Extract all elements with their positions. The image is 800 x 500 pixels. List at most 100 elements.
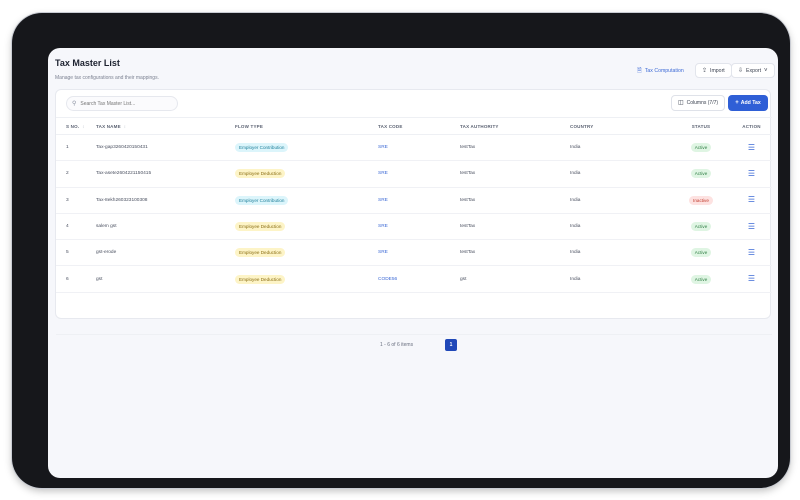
- cell-sno: 6: [66, 276, 69, 282]
- export-button[interactable]: ⇩ Export ˅: [731, 63, 775, 78]
- cell-tax-code: SRE: [378, 213, 460, 239]
- cell-tax-authority: testTax: [460, 171, 476, 177]
- status-badge: Inactive: [689, 195, 713, 205]
- cell-tax-name: gst: [96, 276, 103, 282]
- cell-tax-code: SRE: [378, 187, 460, 213]
- cell-country: India: [570, 171, 581, 177]
- upload-icon: ⇪: [702, 67, 708, 74]
- tax-code-link[interactable]: SRE: [378, 224, 388, 229]
- cell-tax-authority: gst: [460, 276, 467, 282]
- search-icon: ⚲: [72, 100, 77, 107]
- header-flow-type-label: FLOW TYPE: [235, 123, 264, 129]
- import-label: Import: [710, 67, 725, 74]
- cell-country: India: [570, 197, 581, 203]
- cell-tax-name: gst-erode: [96, 250, 117, 256]
- table-row[interactable]: 2 Tax-asete2604221150415 Employee Deduct…: [56, 161, 772, 188]
- cell-tax-authority: testTax: [460, 250, 476, 256]
- sort-icon: ↕: [123, 123, 127, 129]
- columns-button[interactable]: ◫ Columns (7/7): [671, 95, 725, 111]
- tax-code-link[interactable]: CODE56: [378, 277, 397, 282]
- cell-tax-code: SRE: [378, 240, 460, 266]
- cell-tax-code: SRE: [378, 135, 460, 161]
- header-tax-name-label: TAX NAME: [96, 123, 121, 129]
- table-row[interactable]: 1 Tax-gap3260420150431 Employer Contribu…: [56, 135, 772, 161]
- cell-tax-code: SRE: [378, 161, 460, 187]
- cell-country: India: [570, 250, 581, 256]
- header-tax-name[interactable]: TAX NAME ↕: [96, 118, 235, 135]
- cell-flow-type: Employee Deduction: [235, 161, 378, 187]
- status-badge: Active: [690, 248, 712, 258]
- plus-icon: +: [735, 100, 739, 106]
- document-icon: 🗎: [637, 67, 642, 74]
- cell-country: India: [570, 145, 581, 151]
- page-header: Tax Master List Manage tax configuration…: [55, 56, 775, 88]
- tax-computation-button[interactable]: 🗎 Tax Computation: [631, 63, 690, 78]
- flow-type-badge: Employee Deduction: [235, 169, 286, 179]
- cell-flow-type: Employee Deduction: [235, 213, 378, 239]
- cell-tax-authority: testTax: [460, 224, 476, 230]
- cell-flow-type: Employer Contribution: [235, 135, 378, 161]
- menu-icon[interactable]: ☰: [748, 222, 755, 231]
- flow-type-badge: Employer Contribution: [235, 143, 289, 153]
- columns-label: Columns (7/7): [686, 100, 719, 106]
- cell-status: Inactive: [671, 187, 731, 213]
- header-sno-label: S NO.: [66, 123, 80, 129]
- cell-status: Active: [671, 213, 731, 239]
- tax-code-link[interactable]: SRE: [378, 250, 388, 255]
- sort-icon: ↕: [82, 123, 85, 129]
- menu-icon[interactable]: ☰: [748, 274, 755, 283]
- cell-country: India: [570, 224, 581, 230]
- header-sno[interactable]: S NO. ↕: [56, 118, 96, 135]
- page-title: Tax Master List: [55, 58, 120, 68]
- cell-action: ☰: [731, 213, 772, 239]
- columns-icon: ◫: [677, 100, 684, 106]
- cell-action: ☰: [731, 266, 772, 292]
- search-input[interactable]: [80, 100, 171, 107]
- cell-sno: 4: [66, 224, 69, 230]
- cell-tax-authority: testTax: [460, 145, 476, 151]
- cell-status: Active: [671, 161, 731, 187]
- status-badge: Active: [690, 274, 712, 284]
- tax-code-link[interactable]: SRE: [378, 171, 388, 176]
- table-row[interactable]: 3 Tax-8ekh260323100308 Employer Contribu…: [56, 187, 772, 214]
- tax-list-card: ⚲ ◫ Columns (7/7) + Add Tax S NO.↕ TAX N…: [55, 89, 772, 351]
- import-button[interactable]: ⇪ Import: [695, 63, 732, 78]
- menu-icon[interactable]: ☰: [748, 195, 755, 204]
- cell-sno: 2: [66, 171, 69, 177]
- pagination: 1 - 6 of 6 items 1: [56, 334, 772, 354]
- page-button-current[interactable]: 1: [445, 339, 457, 351]
- menu-icon[interactable]: ☰: [748, 143, 755, 152]
- menu-icon[interactable]: ☰: [748, 169, 755, 178]
- table-row[interactable]: 5 gst-erode Employee Deduction SRE testT…: [56, 240, 772, 266]
- menu-icon[interactable]: ☰: [748, 248, 755, 257]
- header-country: COUNTRY: [570, 118, 671, 135]
- tax-table: S NO. ↕ TAX NAME ↕ FLOW TYPE TAX CODE TAX …: [56, 117, 772, 293]
- header-tax-code-label: TAX CODE: [378, 123, 403, 129]
- app-screen: Tax Master List Manage tax configuration…: [48, 48, 778, 478]
- add-tax-button[interactable]: + Add Tax: [728, 95, 768, 111]
- table-row[interactable]: 6 gst Employee Deduction CODE56 gst Indi…: [56, 266, 772, 293]
- cell-tax-authority: testTax: [460, 197, 476, 203]
- status-badge: Active: [690, 222, 712, 232]
- cell-sno: 1: [66, 145, 69, 151]
- search-box[interactable]: ⚲: [66, 96, 178, 111]
- flow-type-badge: Employee Deduction: [235, 274, 286, 284]
- header-tax-code: TAX CODE: [378, 118, 460, 135]
- cell-flow-type: Employee Deduction: [235, 240, 378, 266]
- status-badge: Active: [690, 143, 712, 153]
- header-status: STATUS: [671, 118, 731, 135]
- cell-tax-name: Tax-gap3260420150431: [96, 145, 148, 151]
- cell-action: ☰: [731, 161, 772, 187]
- cell-action: ☰: [731, 135, 772, 161]
- header-action-label: ACTION: [742, 123, 761, 129]
- cell-tax-name: Tax-asete2604221150415: [96, 171, 152, 177]
- tax-code-link[interactable]: SRE: [378, 198, 388, 203]
- cell-status: Active: [671, 266, 731, 292]
- tablet-frame: Tax Master List Manage tax configuration…: [12, 13, 790, 488]
- header-tax-authority-label: TAX AUTHORITY: [460, 123, 499, 129]
- cell-tax-code: CODE56: [378, 266, 460, 292]
- cell-flow-type: Employer Contribution: [235, 187, 378, 213]
- table-row[interactable]: 4 salem gst Employee Deduction SRE testT…: [56, 213, 772, 240]
- add-tax-label: Add Tax: [740, 100, 761, 106]
- tax-code-link[interactable]: SRE: [378, 145, 388, 150]
